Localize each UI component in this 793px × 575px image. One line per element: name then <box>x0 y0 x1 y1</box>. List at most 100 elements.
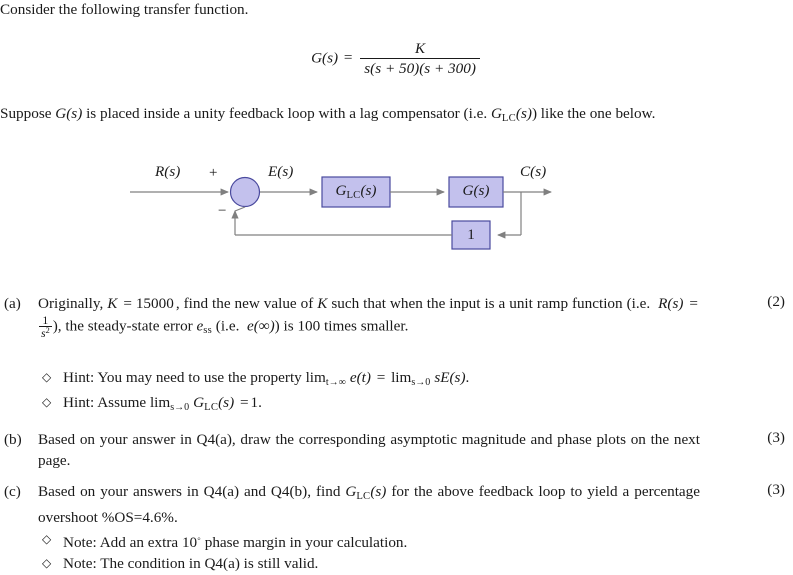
compensator-block-label: GLC(s) <box>322 182 390 201</box>
question-a-ess-sub: ss <box>203 325 212 337</box>
note-1-text2: phase margin in your calculation. <box>200 534 408 552</box>
question-c-marker: (c) <box>4 483 21 500</box>
hint-1-lim-2-op: lim <box>391 369 412 386</box>
question-a-hint-2-body: Hint: Assume lims→0 GLC(s) = 1. <box>63 394 262 413</box>
hint-1-text: You may need to use the property <box>94 369 306 386</box>
note-1-label: Note: <box>63 534 97 552</box>
question-c-note-1-body: Note: Add an extra 10◦ phase margin in y… <box>63 534 407 551</box>
note-2-text: The condition in Q4(a) is still valid. <box>96 555 319 572</box>
hint-2-label: Hint: <box>63 394 95 411</box>
compensator-label-g: G <box>335 182 347 199</box>
diamond-bullet-icon: ◇ <box>42 370 52 384</box>
hint-1-lim-2-sub: s→0 <box>411 377 431 388</box>
equation-lhs: G(s) <box>311 49 339 67</box>
hint-1-lim-2: lims→0 <box>391 367 431 393</box>
question-b-body: Based on your answer in Q4(a), draw the … <box>38 431 700 469</box>
question-a-k2: K <box>317 295 328 312</box>
hint-2-lim: lims→0 <box>150 392 190 418</box>
suppose-text-part1: Suppose <box>0 105 56 122</box>
question-a-ramp-fraction: 1 s2 <box>39 314 52 340</box>
intro-sentence: Consider the following transfer function… <box>0 0 780 20</box>
hint-2-lim-sub: s→0 <box>170 402 190 413</box>
transfer-function-equation: G(s) = K s(s + 50)(s + 300) <box>0 40 793 78</box>
hint-1-lim-1: limt→∞ <box>306 367 347 393</box>
summing-junction <box>229 176 261 208</box>
compensator-label-arg: (s) <box>360 182 377 199</box>
question-a-hint-1-body: Hint: You may need to use the property l… <box>63 369 470 388</box>
question-a-text5: (i.e. <box>211 317 244 335</box>
diagram-plus-sign: + <box>209 165 218 181</box>
question-c-glc-sub: LC <box>356 490 371 502</box>
plant-block-label: G(s) <box>462 182 490 199</box>
question-a-hint-1: ◇ Hint: You may need to use the property… <box>42 367 469 393</box>
hint-1-label: Hint: <box>63 369 95 386</box>
question-a-k: K <box>107 295 118 312</box>
hint-2-tail: . <box>258 394 262 411</box>
hint-2-relation: = <box>239 394 249 411</box>
wire-feedback-join <box>234 206 246 212</box>
equation-fraction: K s(s + 50)(s + 300) <box>360 40 480 78</box>
hint-2-value: 1 <box>250 394 259 411</box>
hint-1-tail: . <box>465 369 470 386</box>
equation-denominator: s(s + 50)(s + 300) <box>360 58 480 77</box>
intro-text: Consider the following transfer function… <box>0 1 249 18</box>
diagram-input-label: R(s) <box>155 163 181 180</box>
hint-2-lim-op: lim <box>149 394 171 411</box>
question-c-text1: Based on your answers in Q4(a) and Q4(b)… <box>38 483 346 500</box>
question-c-marks: (3) <box>767 481 785 498</box>
note-1-text: Add an extra 10 <box>96 534 198 552</box>
question-c-note-2: ◇ Note: The condition in Q4(a) is still … <box>42 553 318 574</box>
question-a-marks: (2) <box>767 293 785 310</box>
question-a-hint-2: ◇ Hint: Assume lims→0 GLC(s) = 1. <box>42 392 262 418</box>
hint-2-glc: G <box>193 394 205 411</box>
hint-1-expr-2: sE(s) <box>434 369 466 386</box>
suppose-paragraph: Suppose G(s) is placed inside a unity fe… <box>0 103 772 129</box>
hint-1-lim-1-sub: t→∞ <box>325 377 346 388</box>
question-c-body: Based on your answers in Q4(a) and Q4(b)… <box>38 481 700 528</box>
question-a-text6: ) is 100 times smaller. <box>274 317 409 335</box>
question-a-marker: (a) <box>4 295 21 312</box>
diamond-bullet-icon: ◇ <box>42 532 52 546</box>
question-item-c: (c) Based on your answers in Q4(a) and Q… <box>4 481 704 528</box>
note-2-label: Note: <box>63 555 97 572</box>
diagram-minus-sign: − <box>218 203 227 219</box>
question-a-frac-den-exp: 2 <box>45 326 50 336</box>
compensator-label-sub: LC <box>346 189 361 201</box>
feedback-block-label: 1 <box>467 226 475 243</box>
question-a-text3: such that when the input is a unit ramp … <box>327 295 655 312</box>
suppose-glc: G <box>490 105 502 122</box>
question-c-note-2-body: Note: The condition in Q4(a) is still va… <box>63 555 318 572</box>
suppose-text-part2: is placed inside a unity feedback loop w… <box>82 105 491 122</box>
question-a-keq: = 15000 <box>123 295 174 312</box>
question-a-frac-den: s2 <box>39 326 52 340</box>
question-c-glc-arg: (s) <box>370 483 387 500</box>
equation-numerator: K <box>415 40 426 57</box>
question-b-marker: (b) <box>4 431 22 448</box>
question-a-text4: ), the steady-state error <box>52 317 197 335</box>
hint-1-lim-1-op: lim <box>305 369 326 386</box>
unity-feedback-loop-block-diagram: R(s) + − E(s) GLC(s) G(s) 1 C(s) <box>0 155 793 270</box>
diagram-error-label: E(s) <box>268 163 294 180</box>
diamond-bullet-icon: ◇ <box>42 395 52 409</box>
question-a-rel: = <box>689 295 698 312</box>
suppose-glc-subscript: LC <box>501 112 516 124</box>
question-c-note-1: ◇ Note: Add an extra 10◦ phase margin in… <box>42 529 407 553</box>
document-page: Consider the following transfer function… <box>0 0 793 575</box>
suppose-text-part3: ) like the one below. <box>531 105 656 122</box>
diagram-output-label: C(s) <box>520 163 547 180</box>
hint-1-expr-1: e(t) <box>349 369 371 386</box>
hint-2-glc-arg: (s) <box>218 394 235 411</box>
diamond-bullet-icon: ◇ <box>42 556 52 570</box>
question-item-a: (a) Originally, K = 15000, find the new … <box>4 293 704 341</box>
hint-1-relation: = <box>376 369 386 386</box>
question-a-text2: , find the new value of <box>175 295 318 312</box>
hint-2-glc-sub: LC <box>204 401 219 413</box>
suppose-gs: G(s) <box>55 105 83 122</box>
equation-relation: = <box>343 49 353 67</box>
question-a-rs: R(s) <box>658 295 684 312</box>
question-a-text1: Originally, <box>38 295 108 312</box>
suppose-glc-arg: (s) <box>515 105 532 122</box>
block-diagram-canvas <box>130 176 552 250</box>
hint-2-text: Assume <box>94 394 150 411</box>
question-b-marks: (3) <box>767 429 785 446</box>
